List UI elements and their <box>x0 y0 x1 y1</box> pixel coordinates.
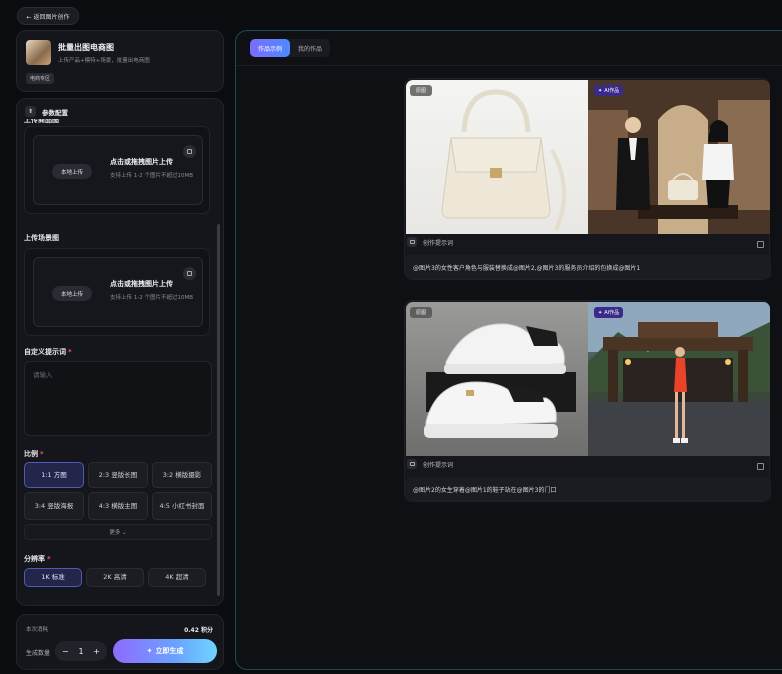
resolution-label: 分辨率 * <box>24 555 51 563</box>
image-icon <box>183 145 196 158</box>
prompt-header: 创作提示词 <box>407 237 453 247</box>
handbag-illustration <box>441 89 566 231</box>
prompt-text: @图片2的女生穿着@图片1的鞋子站在@图片3的门口 <box>405 477 771 501</box>
more-ratios-button[interactable]: 更多 ⌄ <box>24 524 212 540</box>
prompt-header: 创作提示词 <box>407 459 453 469</box>
app-badge: 电商专区 <box>26 73 55 84</box>
ai-image[interactable]: ✦ AI作品 <box>588 302 770 456</box>
sneakers-illustration <box>424 323 576 438</box>
app-info-card: 批量出图电商图 上传产品+模特+场景，批量出电商图 电商专区 <box>16 30 224 92</box>
tab-my-works[interactable]: 我的作品 <box>290 39 330 57</box>
increment-button[interactable]: + <box>93 647 100 656</box>
scene-upload-title: 点击或拖拽图片上传 <box>110 280 173 288</box>
gate-scene-illustration <box>588 302 770 456</box>
product-upload-title: 点击或拖拽图片上传 <box>110 158 173 166</box>
ratio-option[interactable]: 4:3 横版主图 <box>88 492 148 520</box>
prompt-text: @图片3的女性客户角色与服装替换成@图片2,@图片3的服务员介绍的包换成@图片1 <box>405 255 771 279</box>
tab-examples[interactable]: 作品示例 <box>250 39 291 57</box>
quantity-value: 1 <box>78 646 84 656</box>
generate-button[interactable]: ✦ 立即生成 <box>113 639 217 663</box>
resolution-option[interactable]: 1K 标准 <box>24 568 82 587</box>
ratio-option[interactable]: 3:2 横版摄影 <box>152 462 212 488</box>
original-image[interactable]: 原图 <box>406 302 588 456</box>
product-upload-label: 上传商品图 <box>24 119 59 124</box>
image-icon <box>407 237 417 247</box>
ratio-option[interactable]: 1:1 方图 <box>24 462 84 488</box>
sparkle-icon: ✦ <box>598 309 603 316</box>
ratio-option[interactable]: 4:5 小红书封面 <box>152 492 212 520</box>
quantity-label: 生成数量 <box>26 650 51 657</box>
app-title: 批量出图电商图 <box>58 43 114 52</box>
scene-upload-hint: 支持上传 1-2 个图片不超过10MB <box>110 295 193 301</box>
params-header: ⬆ 参数配置 <box>25 106 68 117</box>
sparkle-icon: ✦ <box>146 647 153 655</box>
scene-upload-label: 上传场景图 <box>24 234 59 242</box>
resolution-options: 1K 标准 2K 高清 4K 超清 <box>24 568 206 587</box>
product-dropzone[interactable]: 本地上传 点击或拖拽图片上传 支持上传 1-2 个图片不超过10MB <box>33 135 203 205</box>
product-upload-area[interactable]: 本地上传 点击或拖拽图片上传 支持上传 1-2 个图片不超过10MB <box>24 126 210 214</box>
quantity-stepper: − 1 + <box>55 641 107 661</box>
copy-icon[interactable] <box>757 463 764 470</box>
scene-local-upload-button[interactable]: 本地上传 <box>52 286 92 301</box>
ai-tag: ✦ AI作品 <box>594 85 624 96</box>
product-upload-hint: 支持上传 1-2 个图片不超过10MB <box>110 173 193 179</box>
work-images: 原图 ✦ AI作品 <box>406 80 770 234</box>
app-subtitle: 上传产品+模特+场景，批量出电商图 <box>58 58 150 64</box>
scene-upload-area[interactable]: 本地上传 点击或拖拽图片上传 支持上传 1-2 个图片不超过10MB <box>24 248 210 336</box>
prompt-label: 自定义提示词 * <box>24 348 72 356</box>
work-card: 原图 <box>404 300 771 502</box>
sparkle-icon: ✦ <box>598 87 603 94</box>
scene-dropzone[interactable]: 本地上传 点击或拖拽图片上传 支持上传 1-2 个图片不超过10MB <box>33 257 203 327</box>
generate-card: 本次消耗 0.42 积分 生成数量 − 1 + ✦ 立即生成 <box>16 614 224 670</box>
ratio-options: 1:1 方图 2:3 竖版长图 3:2 横版摄影 3:4 竖版海报 4:3 横版… <box>24 462 212 520</box>
cost-value: 0.42 积分 <box>184 627 213 634</box>
ratio-label: 比例 * <box>24 450 44 458</box>
original-tag: 原图 <box>410 307 433 318</box>
original-image[interactable]: 原图 <box>406 80 588 234</box>
work-images: 原图 ✦ AI作品 <box>406 302 770 456</box>
ai-image[interactable]: ✦ AI作品 <box>588 80 770 234</box>
page: ← 返回图片创作 批量出图电商图 上传产品+模特+场景，批量出电商图 电商专区 … <box>0 0 782 674</box>
ai-tag: ✦ AI作品 <box>594 307 624 318</box>
resolution-option[interactable]: 4K 超清 <box>148 568 206 587</box>
gallery-panel: 作品示例 我的作品 原图 ✦ AI作品 创作提示词 @图片3的女性客户角色与服装… <box>235 30 782 670</box>
prompt-input[interactable]: 请输入 <box>24 361 212 436</box>
params-card: ⬆ 参数配置 上传商品图 本地上传 点击或拖拽图片上传 支持上传 1-2 个图片… <box>16 98 224 606</box>
gallery-tabs: 作品示例 我的作品 <box>250 39 331 57</box>
prompt-header-label: 创作提示词 <box>423 461 454 469</box>
divider <box>236 65 782 66</box>
ratio-option[interactable]: 3:4 竖版海报 <box>24 492 84 520</box>
image-icon <box>407 459 417 469</box>
product-local-upload-button[interactable]: 本地上传 <box>52 164 92 179</box>
ratio-option[interactable]: 2:3 竖版长图 <box>88 462 148 488</box>
generate-label: 立即生成 <box>155 647 184 655</box>
image-icon <box>183 267 196 280</box>
work-card: 原图 <box>404 78 771 280</box>
upload-icon: ⬆ <box>25 106 36 117</box>
copy-icon[interactable] <box>757 241 764 248</box>
params-scrollbar[interactable] <box>217 224 220 596</box>
decrement-button[interactable]: − <box>62 647 69 656</box>
resolution-option[interactable]: 2K 高清 <box>86 568 144 587</box>
back-button[interactable]: ← 返回图片创作 <box>17 7 79 25</box>
cost-label: 本次消耗 <box>26 627 49 633</box>
original-tag: 原图 <box>410 85 433 96</box>
boutique-scene-illustration <box>588 80 770 234</box>
prompt-header-label: 创作提示词 <box>423 239 454 247</box>
params-title: 参数配置 <box>42 108 68 117</box>
app-thumbnail <box>26 40 51 65</box>
